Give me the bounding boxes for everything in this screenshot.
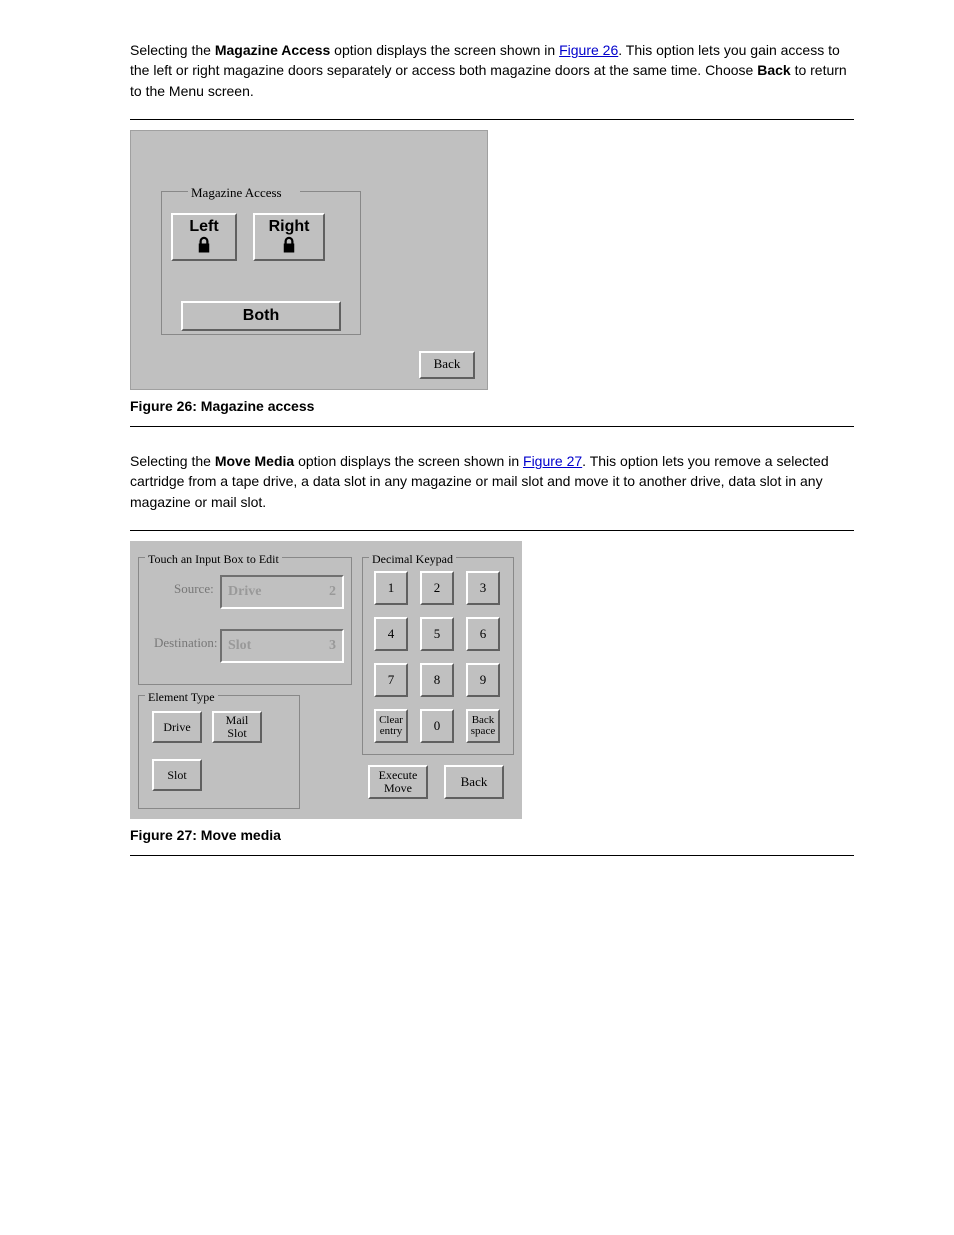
source-label: Source: bbox=[174, 580, 214, 599]
keypad-8-button[interactable]: 8 bbox=[420, 663, 454, 697]
keypad-9-button[interactable]: 9 bbox=[466, 663, 500, 697]
t: Back bbox=[757, 62, 790, 78]
figure-26-link[interactable]: Figure 26 bbox=[559, 42, 618, 58]
intro-paragraph-2: Selecting the Move Media option displays… bbox=[130, 451, 854, 512]
keypad-6-button[interactable]: 6 bbox=[466, 617, 500, 651]
right-magazine-button[interactable]: Right bbox=[253, 213, 325, 261]
t: access both magazine doors at the same t… bbox=[412, 62, 758, 78]
element-mailslot-button[interactable]: Mail Slot bbox=[212, 711, 262, 743]
t: Move Media bbox=[215, 453, 294, 469]
t: . bbox=[618, 42, 626, 58]
t: option displays the screen shown in bbox=[294, 453, 523, 469]
right-label: Right bbox=[269, 219, 310, 235]
magazine-access-panel: Magazine Access Left Right Both Back bbox=[130, 130, 488, 390]
destination-value: 3 bbox=[329, 636, 336, 656]
t: mail slot. bbox=[211, 494, 266, 510]
execute-move-button[interactable]: Execute Move bbox=[368, 765, 428, 799]
keypad-clear-button[interactable]: Clear entry bbox=[374, 709, 408, 743]
lock-icon bbox=[194, 236, 214, 254]
t: Menu screen. bbox=[169, 83, 254, 99]
keypad-7-button[interactable]: 7 bbox=[374, 663, 408, 697]
input-box-group-label: Touch an Input Box to Edit bbox=[145, 551, 282, 568]
keypad-backspace-button[interactable]: Back space bbox=[466, 709, 500, 743]
back-button[interactable]: Back bbox=[419, 351, 475, 379]
figure-27-label: Figure 27: Move media bbox=[130, 825, 854, 845]
left-magazine-button[interactable]: Left bbox=[171, 213, 237, 261]
intro-paragraph-1: Selecting the Magazine Access option dis… bbox=[130, 40, 854, 101]
destination-label: Destination: bbox=[154, 634, 218, 653]
source-input[interactable]: Drive 2 bbox=[220, 575, 344, 609]
element-drive-button[interactable]: Drive bbox=[152, 711, 202, 743]
keypad-2-button[interactable]: 2 bbox=[420, 571, 454, 605]
keypad-0-button[interactable]: 0 bbox=[420, 709, 454, 743]
magazine-access-title: Magazine Access bbox=[189, 184, 284, 203]
figure-27-divider-bottom bbox=[130, 855, 854, 856]
t: . This bbox=[582, 453, 620, 469]
destination-input[interactable]: Slot 3 bbox=[220, 629, 344, 663]
keypad-5-button[interactable]: 5 bbox=[420, 617, 454, 651]
keypad-1-button[interactable]: 1 bbox=[374, 571, 408, 605]
figure-26-label: Figure 26: Magazine access bbox=[130, 396, 854, 416]
element-slot-button[interactable]: Slot bbox=[152, 759, 202, 791]
figure-27-divider-top bbox=[130, 530, 854, 531]
figure-26-divider-top bbox=[130, 119, 854, 120]
t: Magazine Access bbox=[215, 42, 330, 58]
t: Selecting the bbox=[130, 42, 215, 58]
keypad-4-button[interactable]: 4 bbox=[374, 617, 408, 651]
left-label: Left bbox=[189, 219, 218, 235]
element-type-group-label: Element Type bbox=[145, 689, 218, 706]
decimal-keypad-label: Decimal Keypad bbox=[369, 551, 456, 568]
destination-type: Slot bbox=[228, 636, 251, 656]
back-button[interactable]: Back bbox=[444, 765, 504, 799]
keypad-3-button[interactable]: 3 bbox=[466, 571, 500, 605]
t: option displays the screen shown in bbox=[330, 42, 559, 58]
t: Selecting the bbox=[130, 453, 215, 469]
figure-27-link[interactable]: Figure 27 bbox=[523, 453, 582, 469]
figure-26-divider-bottom bbox=[130, 426, 854, 427]
lock-icon bbox=[279, 236, 299, 254]
both-magazines-button[interactable]: Both bbox=[181, 301, 341, 331]
source-type: Drive bbox=[228, 582, 261, 602]
source-value: 2 bbox=[329, 582, 336, 602]
move-media-panel: Touch an Input Box to Edit Source: Desti… bbox=[130, 541, 522, 819]
